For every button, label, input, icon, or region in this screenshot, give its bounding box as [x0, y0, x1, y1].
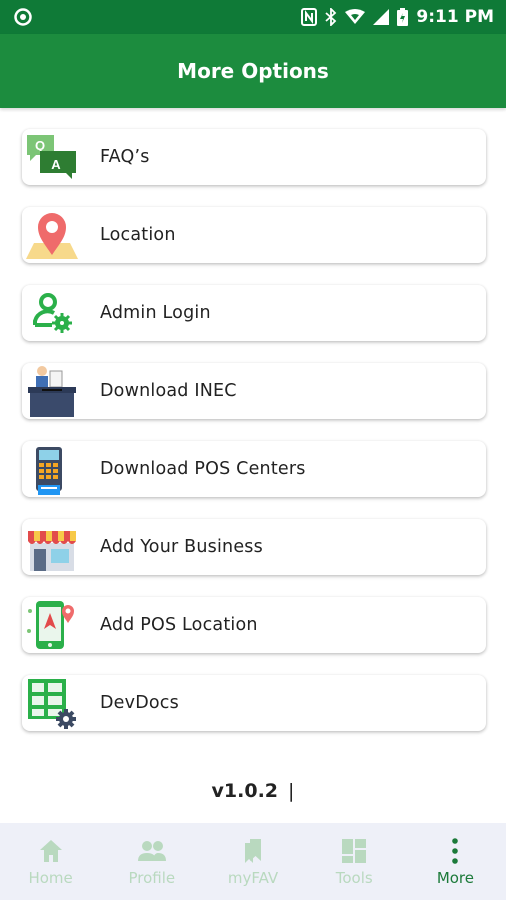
admin-login-item[interactable]: Admin Login — [22, 285, 486, 341]
add-your-business-label: Add Your Business — [100, 537, 263, 557]
more-vertical-icon — [452, 838, 459, 864]
signal-icon — [373, 9, 390, 25]
nav-profile[interactable]: Profile — [101, 823, 202, 900]
svg-text:Q: Q — [35, 138, 45, 153]
add-pos-location-label: Add POS Location — [100, 615, 258, 635]
battery-icon — [397, 8, 409, 26]
bookmarks-icon — [245, 839, 261, 863]
admin-login-label: Admin Login — [100, 303, 211, 323]
bottom-navigation: Home Profile myFAV Tools More — [0, 823, 506, 900]
nfc-icon — [301, 8, 318, 26]
people-icon — [137, 841, 166, 861]
nav-tools[interactable]: Tools — [304, 823, 405, 900]
nav-tools-label: Tools — [335, 869, 373, 887]
download-pos-centers-item[interactable]: Download POS Centers — [22, 441, 486, 497]
map-pin-icon — [24, 207, 80, 263]
tools-grid-icon — [342, 839, 367, 863]
download-inec-label: Download INEC — [100, 381, 237, 401]
faq-chat-icon: Q A — [24, 129, 80, 185]
grid-gear-icon — [24, 675, 80, 731]
nav-myfav-label: myFAV — [227, 869, 279, 887]
location-item[interactable]: Location — [22, 207, 486, 263]
download-pos-centers-label: Download POS Centers — [100, 459, 306, 479]
location-label: Location — [100, 225, 176, 245]
nav-home-label: Home — [28, 869, 73, 887]
add-pos-location-item[interactable]: Add POS Location — [22, 597, 486, 653]
nav-more[interactable]: More — [405, 823, 506, 900]
notification-circle-icon — [14, 8, 32, 26]
status-time: 9:11 PM — [416, 7, 494, 27]
wifi-icon — [345, 9, 366, 24]
text-caret: | — [288, 780, 295, 802]
faq-item[interactable]: Q A FAQ’s — [22, 129, 486, 185]
page-title: More Options — [177, 59, 329, 83]
pos-terminal-icon — [24, 441, 80, 497]
ballot-box-icon — [24, 363, 80, 419]
devdocs-label: DevDocs — [100, 693, 179, 713]
download-inec-item[interactable]: Download INEC — [22, 363, 486, 419]
add-your-business-item[interactable]: Add Your Business — [22, 519, 486, 575]
admin-user-gear-icon — [24, 285, 80, 341]
nav-home[interactable]: Home — [0, 823, 101, 900]
svg-text:A: A — [51, 157, 61, 172]
nav-more-label: More — [436, 869, 474, 887]
devdocs-item[interactable]: DevDocs — [22, 675, 486, 731]
storefront-icon — [24, 519, 80, 575]
faq-label: FAQ’s — [100, 147, 150, 167]
status-bar: 9:11 PM — [0, 0, 506, 34]
app-bar: More Options — [0, 34, 506, 108]
nav-profile-label: Profile — [128, 869, 176, 887]
nav-myfav[interactable]: myFAV — [202, 823, 303, 900]
version-number: v1.0.2 — [211, 780, 279, 802]
bluetooth-icon — [325, 8, 337, 26]
home-icon — [39, 840, 62, 862]
phone-location-icon — [24, 597, 80, 653]
version-text: v1.0.2 | — [0, 780, 506, 802]
